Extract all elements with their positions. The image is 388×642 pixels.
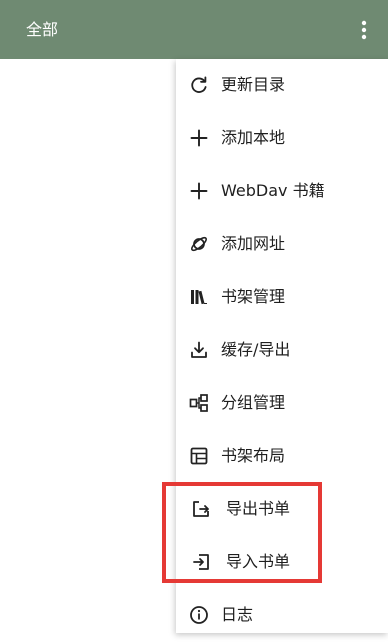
more-vertical-icon [361,20,367,40]
overflow-menu: 更新目录 添加本地 WebDav 书籍 添加网址 书架管理 缓存/导出 分组管理… [176,59,388,633]
menu-item-label: 分组管理 [221,393,286,412]
menu-item-label: 导出书单 [226,499,291,518]
more-options-button[interactable] [348,14,380,46]
menu-item-bookshelf-layout[interactable]: 书架布局 [176,430,388,483]
info-icon [189,605,209,625]
group-icon [189,393,209,413]
menu-item-label: 添加网址 [221,234,286,253]
app-bar: 全部 [0,0,388,59]
menu-item-log[interactable]: 日志 [176,589,388,642]
menu-item-add-local[interactable]: 添加本地 [176,112,388,165]
menu-item-label: 缓存/导出 [221,340,291,359]
download-icon [189,340,209,360]
menu-item-label: 更新目录 [221,75,286,94]
layout-icon [189,446,209,466]
menu-item-label: 导入书单 [226,552,291,571]
menu-item-add-url[interactable]: 添加网址 [176,218,388,271]
menu-item-label: 添加本地 [221,128,286,147]
menu-item-import-booklist[interactable]: 导入书单 [176,536,388,589]
planet-icon [189,234,209,254]
import-icon [191,552,211,572]
menu-item-label: 日志 [221,605,254,624]
plus-icon [189,181,209,201]
menu-item-update-catalog[interactable]: 更新目录 [176,59,388,112]
menu-item-group-manage[interactable]: 分组管理 [176,377,388,430]
books-icon [189,287,209,307]
menu-item-label: 书架布局 [221,446,286,465]
appbar-title: 全部 [26,20,59,39]
menu-item-cache-export[interactable]: 缓存/导出 [176,324,388,377]
plus-icon [189,128,209,148]
menu-item-label: WebDav 书籍 [221,181,325,200]
menu-item-export-booklist[interactable]: 导出书单 [176,483,388,536]
menu-item-bookshelf-manage[interactable]: 书架管理 [176,271,388,324]
refresh-icon [189,75,209,95]
menu-item-webdav-books[interactable]: WebDav 书籍 [176,165,388,218]
menu-item-label: 书架管理 [221,287,286,306]
export-icon [191,499,211,519]
